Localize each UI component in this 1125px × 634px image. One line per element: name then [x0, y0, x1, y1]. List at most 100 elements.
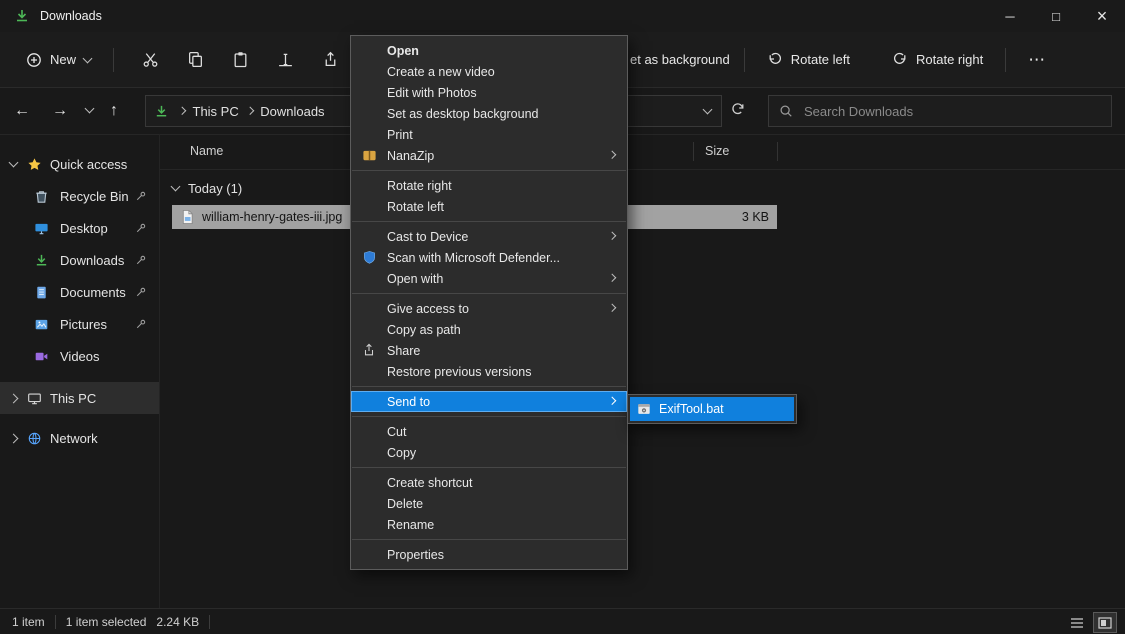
sidebar-item-documents[interactable]: Documents: [0, 276, 159, 308]
menu-separator: [352, 467, 626, 468]
menu-item-create-a-new-video[interactable]: Create a new video: [351, 61, 627, 82]
submenu-arrow-icon: [607, 151, 615, 159]
expand-chevron-icon[interactable]: [9, 158, 19, 168]
group-header-today[interactable]: Today (1): [160, 175, 1125, 201]
set-as-background-label[interactable]: et as background: [630, 52, 730, 67]
menu-item-nanazip[interactable]: NanaZip: [351, 145, 627, 166]
videos-icon: [34, 349, 49, 364]
refresh-button[interactable]: [730, 101, 746, 117]
column-divider[interactable]: [777, 142, 778, 161]
selection-count: 1 item selected: [66, 615, 147, 629]
paste-button[interactable]: [218, 44, 263, 75]
share-icon: [322, 51, 339, 68]
breadcrumb-this-pc[interactable]: This PC: [193, 104, 239, 119]
menu-separator: [352, 416, 626, 417]
menu-item-properties[interactable]: Properties: [351, 544, 627, 565]
menu-item-cut[interactable]: Cut: [351, 421, 627, 442]
more-options-button[interactable]: ⋯: [1020, 44, 1053, 76]
menu-item-edit-with-photos[interactable]: Edit with Photos: [351, 82, 627, 103]
jpg-file-icon: [180, 209, 195, 225]
sidebar-item-label: Pictures: [60, 317, 107, 332]
large-icons-view-button[interactable]: [1093, 612, 1117, 633]
sidebar-item-pictures[interactable]: Pictures: [0, 308, 159, 340]
maximize-button[interactable]: □: [1033, 0, 1079, 32]
menu-item-scan-with-microsoft-defender[interactable]: Scan with Microsoft Defender...: [351, 247, 627, 268]
downloads-folder-icon: [14, 8, 30, 24]
toolbar-divider: [113, 48, 114, 72]
minimize-button[interactable]: ─: [987, 0, 1033, 32]
sidebar-item-desktop[interactable]: Desktop: [0, 212, 159, 244]
sidebar-item-this-pc[interactable]: This PC: [0, 382, 159, 414]
share-button[interactable]: [308, 44, 353, 75]
up-button[interactable]: ↑: [110, 100, 118, 122]
submenu-arrow-icon: [607, 274, 615, 282]
search-input[interactable]: [802, 103, 1101, 120]
submenu-arrow-icon: [607, 232, 615, 240]
back-button[interactable]: ←: [14, 100, 30, 122]
sidebar-item-label: Recycle Bin: [60, 189, 129, 204]
menu-item-create-shortcut[interactable]: Create shortcut: [351, 472, 627, 493]
sidebar-item-network[interactable]: Network: [0, 422, 159, 454]
menu-item-restore-previous-versions[interactable]: Restore previous versions: [351, 361, 627, 382]
breadcrumb-downloads[interactable]: Downloads: [260, 104, 324, 119]
submenu-item-exiftool-bat[interactable]: ExifTool.bat: [630, 397, 794, 421]
sidebar-item-videos[interactable]: Videos: [0, 340, 159, 372]
details-view-button[interactable]: [1065, 612, 1089, 633]
rotate-left-label: Rotate left: [791, 52, 850, 67]
column-header-size[interactable]: Size: [705, 144, 729, 158]
copy-button[interactable]: [173, 44, 218, 75]
pin-icon: [135, 190, 147, 202]
pictures-icon: [34, 317, 49, 332]
menu-item-print[interactable]: Print: [351, 124, 627, 145]
send-to-submenu: ExifTool.bat: [627, 394, 797, 424]
rotate-right-icon: [892, 52, 908, 68]
recent-locations-chevron-icon[interactable]: [85, 104, 95, 114]
documents-icon: [34, 285, 49, 300]
menu-item-rename[interactable]: Rename: [351, 514, 627, 535]
menu-item-open-with[interactable]: Open with: [351, 268, 627, 289]
expand-chevron-icon[interactable]: [9, 433, 19, 443]
sidebar-item-label: Downloads: [60, 253, 124, 268]
rotate-left-button[interactable]: Rotate left: [759, 46, 858, 74]
downloads-icon: [34, 253, 49, 268]
breadcrumb-chevron-icon[interactable]: [178, 107, 186, 115]
group-collapse-chevron-icon[interactable]: [171, 182, 181, 192]
menu-separator: [352, 539, 626, 540]
column-header-name[interactable]: Name: [190, 144, 223, 158]
item-count: 1 item: [12, 615, 45, 629]
bat-file-icon: [637, 402, 651, 416]
menu-item-copy[interactable]: Copy: [351, 442, 627, 463]
pin-icon: [135, 286, 147, 298]
address-dropdown-chevron-icon[interactable]: [703, 105, 713, 115]
breadcrumb-chevron-icon[interactable]: [246, 107, 254, 115]
close-button[interactable]: ×: [1079, 0, 1125, 32]
menu-item-share[interactable]: Share: [351, 340, 627, 361]
pin-icon: [135, 222, 147, 234]
rename-button[interactable]: [263, 44, 308, 75]
sidebar-item-recycle-bin[interactable]: Recycle Bin: [0, 180, 159, 212]
sidebar-item-downloads[interactable]: Downloads: [0, 244, 159, 276]
menu-item-open[interactable]: Open: [351, 40, 627, 61]
menu-item-rotate-left[interactable]: Rotate left: [351, 196, 627, 217]
menu-item-rotate-right[interactable]: Rotate right: [351, 175, 627, 196]
status-divider: [209, 615, 210, 629]
menu-item-set-as-desktop-background[interactable]: Set as desktop background: [351, 103, 627, 124]
expand-chevron-icon[interactable]: [9, 393, 19, 403]
toolbar-divider: [744, 48, 745, 72]
cut-button[interactable]: [128, 44, 173, 75]
menu-item-cast-to-device[interactable]: Cast to Device: [351, 226, 627, 247]
menu-item-delete[interactable]: Delete: [351, 493, 627, 514]
sidebar-item-label: Videos: [60, 349, 100, 364]
sidebar-item-quick-access[interactable]: Quick access: [0, 148, 159, 180]
menu-item-send-to[interactable]: Send to: [351, 391, 627, 412]
quick-access-star-icon: [27, 157, 42, 172]
menu-item-copy-as-path[interactable]: Copy as path: [351, 319, 627, 340]
rotate-right-label: Rotate right: [916, 52, 983, 67]
new-button[interactable]: New: [18, 46, 99, 74]
rotate-right-button[interactable]: Rotate right: [884, 46, 991, 74]
paste-icon: [232, 51, 249, 68]
menu-item-give-access-to[interactable]: Give access to: [351, 298, 627, 319]
column-divider[interactable]: [693, 142, 694, 161]
file-size: 3 KB: [742, 210, 769, 224]
forward-button[interactable]: →: [52, 100, 68, 122]
